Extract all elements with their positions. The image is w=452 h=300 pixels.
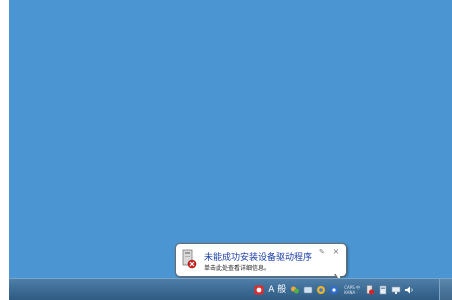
volume-icon[interactable]	[404, 285, 414, 295]
notification-title: 未能成功安装设备驱动程序	[204, 253, 313, 263]
pin-icon[interactable]: ✎	[319, 248, 325, 256]
device-installer-error-icon	[181, 249, 197, 269]
help-icon[interactable]	[329, 285, 339, 295]
network-icon[interactable]	[303, 285, 313, 295]
device-warning-icon[interactable]	[365, 285, 375, 295]
driver-install-notification[interactable]: 未能成功安装设备驱动程序 单击此处查看详细信息。 ✎ ×	[175, 243, 347, 283]
display-icon[interactable]	[391, 285, 401, 295]
usb-device-icon[interactable]	[378, 285, 388, 295]
desktop[interactable]	[9, 0, 452, 278]
notification-message[interactable]: 单击此处查看详细信息。	[204, 263, 270, 272]
keyboard-status: CAPS 中 KANA ·	[344, 285, 360, 295]
messenger-icon[interactable]	[290, 285, 300, 295]
left-edge	[0, 0, 9, 300]
shield-icon[interactable]	[316, 285, 326, 295]
antivirus-icon[interactable]	[254, 285, 264, 295]
close-icon[interactable]: ×	[331, 247, 341, 257]
ime-indicator[interactable]: A 般	[268, 285, 286, 295]
show-desktop-button[interactable]	[439, 279, 452, 300]
taskbar: A 般 CAPS 中 KANA ·	[9, 278, 452, 300]
system-tray: A 般 CAPS 中 KANA ·	[254, 281, 414, 299]
keyboard-status-line2: KANA ·	[344, 290, 358, 295]
